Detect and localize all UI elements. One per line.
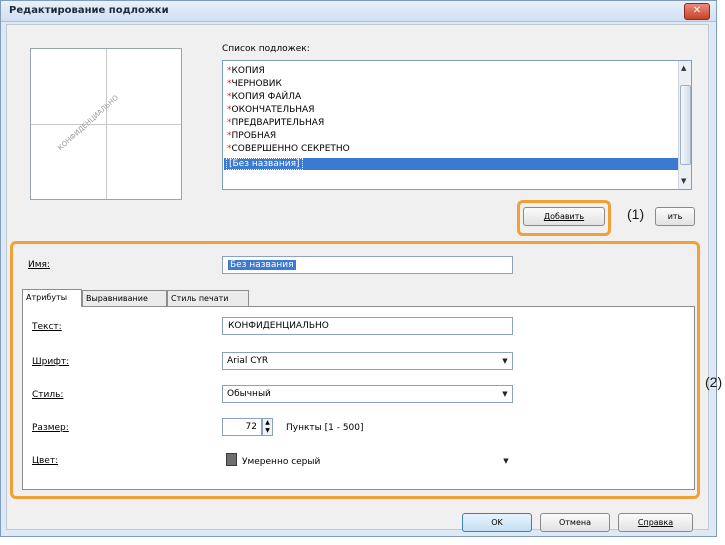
- list-scrollbar[interactable]: ▲ ▼: [678, 61, 691, 189]
- font-select[interactable]: Arial CYR ▼: [222, 352, 513, 370]
- callout-1-label: (1): [627, 206, 645, 222]
- scroll-up-icon[interactable]: ▲: [681, 64, 686, 72]
- size-unit-label: Пункты [1 - 500]: [286, 423, 364, 433]
- preview-watermark-text: КОНФИДЕНЦИАЛЬНО: [56, 93, 121, 153]
- list-item[interactable]: *СОВЕРШЕННО СЕКРЕТНО: [227, 143, 350, 155]
- window-title: Редактирование подложки: [9, 5, 169, 16]
- ok-button[interactable]: OK: [462, 513, 532, 532]
- tab-alignment[interactable]: Выравнивание: [82, 290, 167, 306]
- color-label: Цвет:: [32, 456, 59, 466]
- chevron-down-icon: ▼: [503, 457, 509, 465]
- cancel-button[interactable]: Отмена: [540, 513, 610, 532]
- list-item[interactable]: *ОКОНЧАТЕЛЬНАЯ: [227, 104, 314, 116]
- font-label: Шрифт:: [32, 357, 70, 367]
- watermark-list[interactable]: *КОПИЯ *ЧЕРНОВИК *КОПИЯ ФАЙЛА *ОКОНЧАТЕЛ…: [222, 60, 692, 190]
- list-item[interactable]: *КОПИЯ ФАЙЛА: [227, 91, 301, 103]
- list-item[interactable]: *ПРЕДВАРИТЕЛЬНАЯ: [227, 117, 324, 129]
- scroll-down-icon[interactable]: ▼: [681, 177, 686, 185]
- list-item[interactable]: *ПРОБНАЯ: [227, 130, 276, 142]
- style-label: Стиль:: [32, 390, 64, 400]
- delete-button[interactable]: ить: [655, 207, 695, 226]
- size-label: Размер:: [32, 423, 69, 433]
- tab-print-style[interactable]: Стиль печати: [167, 290, 249, 306]
- name-input[interactable]: Без названия: [222, 256, 513, 274]
- add-button[interactable]: Добавить: [523, 207, 605, 226]
- preview-horizontal-guide: [31, 124, 181, 125]
- list-item-selected[interactable]: [Без названия]: [224, 158, 680, 170]
- text-input[interactable]: КОНФИДЕНЦИАЛЬНО: [222, 317, 513, 335]
- chevron-down-icon: ▼: [502, 390, 508, 398]
- close-button[interactable]: ✕: [684, 3, 710, 20]
- list-item[interactable]: *КОПИЯ: [227, 65, 265, 77]
- scrollbar-thumb[interactable]: [680, 85, 691, 165]
- callout-2-label: (2): [705, 374, 723, 390]
- list-item[interactable]: *ЧЕРНОВИК: [227, 78, 282, 90]
- watermark-list-label: Список подложек:: [222, 44, 310, 54]
- spin-down-icon[interactable]: ▼: [265, 427, 270, 434]
- chevron-down-icon: ▼: [502, 357, 508, 365]
- text-label: Текст:: [32, 322, 62, 332]
- style-select[interactable]: Обычный ▼: [222, 385, 513, 403]
- size-spinner[interactable]: ▲ ▼: [262, 418, 273, 436]
- color-swatch: [226, 453, 237, 466]
- watermark-preview: КОНФИДЕНЦИАЛЬНО: [30, 48, 182, 200]
- tab-attributes[interactable]: Атрибуты: [22, 289, 82, 307]
- close-icon: ✕: [692, 5, 702, 16]
- color-select[interactable]: Умеренно серый ▼: [222, 453, 513, 471]
- spin-up-icon[interactable]: ▲: [265, 419, 270, 426]
- title-bar: Редактирование подложки ✕: [1, 1, 716, 22]
- name-label: Имя:: [28, 260, 50, 270]
- size-input[interactable]: 72: [222, 418, 262, 436]
- help-button[interactable]: Справка: [618, 513, 693, 532]
